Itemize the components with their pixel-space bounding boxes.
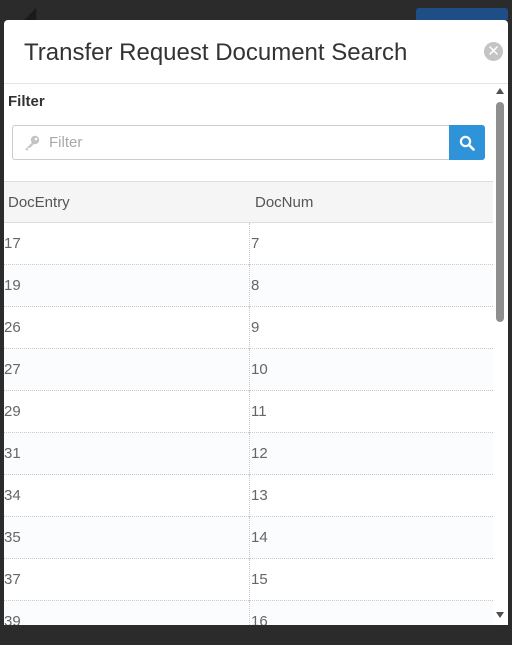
search-icon — [459, 135, 475, 151]
column-divider — [249, 349, 250, 391]
cell-docnum: 8 — [251, 277, 260, 294]
table-row[interactable]: 17 7 — [4, 223, 493, 265]
cell-docnum: 7 — [251, 235, 260, 252]
cell-docnum: 12 — [251, 445, 268, 462]
table-row[interactable]: 27 10 — [4, 349, 493, 391]
scrollbar-thumb[interactable] — [496, 102, 504, 322]
table-row[interactable]: 29 11 — [4, 391, 493, 433]
cell-docentry: 37 — [4, 571, 21, 588]
column-divider — [249, 265, 250, 307]
table-row[interactable]: 26 9 — [4, 307, 493, 349]
cell-docentry: 29 — [4, 403, 21, 420]
scroll-down-arrow-icon[interactable] — [496, 612, 504, 618]
cell-docnum: 10 — [251, 361, 268, 378]
cell-docnum: 9 — [251, 319, 260, 336]
column-divider — [249, 601, 250, 625]
table-row[interactable]: 35 14 — [4, 517, 493, 559]
cell-docentry: 19 — [4, 277, 21, 294]
search-button[interactable] — [449, 125, 485, 160]
modal-title: Transfer Request Document Search — [24, 39, 408, 66]
cell-docnum: 16 — [251, 613, 268, 625]
column-divider — [249, 223, 250, 265]
column-divider — [249, 307, 250, 349]
scroll-up-arrow-icon[interactable] — [496, 88, 504, 94]
column-divider — [249, 517, 250, 559]
cell-docentry: 27 — [4, 361, 21, 378]
modal-body: Filter DocEn — [4, 84, 508, 625]
table-row[interactable]: 39 16 — [4, 601, 493, 625]
column-divider — [249, 475, 250, 517]
column-header-docnum[interactable]: DocNum — [255, 182, 313, 223]
column-divider — [249, 433, 250, 475]
background-app-logo: ◢ — [24, 5, 37, 22]
table-row[interactable]: 19 8 — [4, 265, 493, 307]
cell-docnum: 11 — [251, 403, 267, 420]
filter-label: Filter — [8, 93, 45, 110]
table-row[interactable]: 37 15 — [4, 559, 493, 601]
cell-docentry: 26 — [4, 319, 21, 336]
cell-docentry: 17 — [4, 235, 21, 252]
modal-header: Transfer Request Document Search ✕ — [4, 20, 508, 84]
background-header-button — [416, 8, 508, 20]
cell-docnum: 15 — [251, 571, 268, 588]
table-row[interactable]: 31 12 — [4, 433, 493, 475]
cell-docentry: 31 — [4, 445, 21, 462]
cell-docentry: 34 — [4, 487, 21, 504]
key-icon — [23, 135, 41, 151]
column-divider — [249, 391, 250, 433]
vertical-scrollbar[interactable] — [493, 84, 508, 625]
column-header-docentry[interactable]: DocEntry — [8, 182, 70, 223]
filter-group — [12, 125, 485, 160]
results-table: DocEntry DocNum 17 7 19 8 26 9 27 10 29 … — [4, 181, 493, 625]
close-icon[interactable]: ✕ — [484, 42, 503, 61]
column-divider — [249, 559, 250, 601]
cell-docentry: 39 — [4, 613, 21, 625]
cell-docentry: 35 — [4, 529, 21, 546]
filter-input[interactable] — [49, 126, 445, 159]
table-row[interactable]: 34 13 — [4, 475, 493, 517]
cell-docnum: 13 — [251, 487, 268, 504]
table-header: DocEntry DocNum — [4, 182, 493, 223]
filter-input-wrapper — [12, 125, 449, 160]
cell-docnum: 14 — [251, 529, 268, 546]
document-search-modal: Transfer Request Document Search ✕ Filte… — [4, 20, 508, 625]
